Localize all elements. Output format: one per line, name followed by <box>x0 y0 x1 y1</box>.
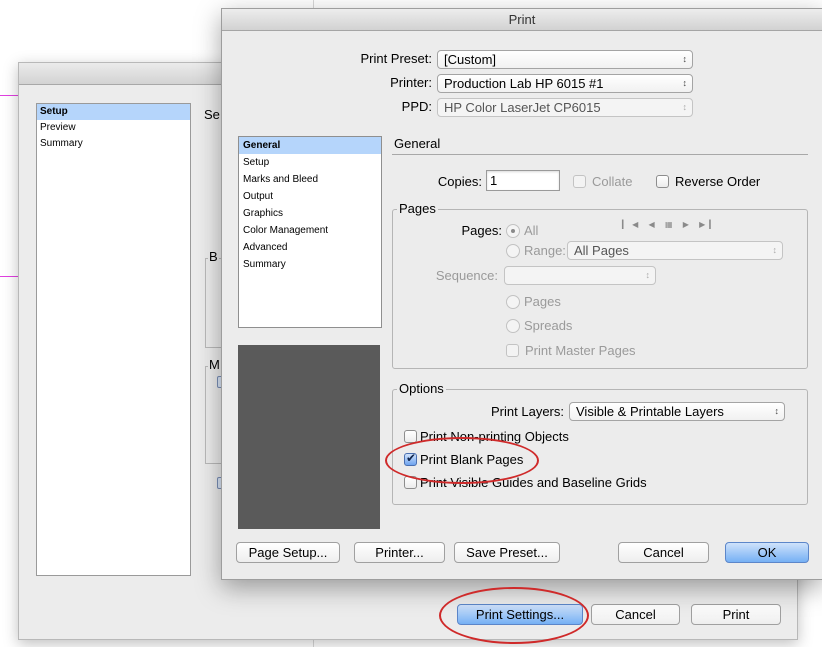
save-preset-button[interactable]: Save Preset... <box>454 542 560 563</box>
pages-label: Pages: <box>461 223 502 238</box>
pages-radio[interactable] <box>506 295 520 309</box>
print-layers-select[interactable]: Visible & Printable Layers ↕ <box>569 402 785 421</box>
popup-arrows-icon: ↕ <box>682 54 687 64</box>
section-item-setup[interactable]: Setup <box>239 154 381 171</box>
print-master-pages-checkbox[interactable] <box>506 344 519 357</box>
print-dialog: Print Print Preset: [Custom] ↕ Printer: … <box>221 8 822 580</box>
back-cancel-button[interactable]: Cancel <box>591 604 680 625</box>
section-item-graphics[interactable]: Graphics <box>239 205 381 222</box>
print-layers-label: Print Layers: <box>491 404 564 419</box>
popup-arrows-icon: ↕ <box>772 245 777 255</box>
prev-page-icon: ◀ <box>648 220 659 229</box>
collate-checkbox[interactable] <box>573 175 586 188</box>
pages-range-radio[interactable] <box>506 244 520 258</box>
section-item-marks-and-bleed[interactable]: Marks and Bleed <box>239 171 381 188</box>
pages-group-title: Pages <box>397 201 438 216</box>
section-item-advanced[interactable]: Advanced <box>239 239 381 256</box>
ok-button[interactable]: OK <box>725 542 809 563</box>
section-item-general[interactable]: General <box>239 137 381 154</box>
annotation-circle-print-settings <box>439 587 589 644</box>
popup-arrows-icon: ↕ <box>682 102 687 112</box>
pages-all-label: All <box>524 223 539 238</box>
reverse-order-checkbox[interactable] <box>656 175 669 188</box>
print-layers-value: Visible & Printable Layers <box>576 404 724 419</box>
options-group-title: Options <box>397 381 446 396</box>
ppd-select[interactable]: HP Color LaserJet CP6015 ↕ <box>437 98 693 117</box>
spreads-radio[interactable] <box>506 319 520 333</box>
section-item-output[interactable]: Output <box>239 188 381 205</box>
printer-label: Printer: <box>390 75 432 90</box>
popup-arrows-icon: ↕ <box>682 78 687 88</box>
printer-value: Production Lab HP 6015 #1 <box>444 76 604 91</box>
print-preset-value: [Custom] <box>444 52 497 67</box>
reverse-order-label: Reverse Order <box>675 174 761 189</box>
last-page-icon: ▶▎ <box>699 220 720 229</box>
popup-arrows-icon: ↕ <box>645 270 650 280</box>
pages-range-label: Range: <box>524 243 566 258</box>
annotation-circle-blank-pages <box>385 437 539 484</box>
page-navigation-icons: ▎◀ ◀ ▦ ▶ ▶▎ <box>622 220 719 229</box>
copies-label: Copies: <box>437 174 482 189</box>
print-preset-select[interactable]: [Custom] ↕ <box>437 50 693 69</box>
first-page-icon: ▎◀ <box>622 220 643 229</box>
page-spread-icon: ▦ <box>664 220 677 229</box>
back-group-label: M <box>208 357 221 372</box>
back-section-item-summary[interactable]: Summary <box>37 136 190 152</box>
back-group-label: B <box>208 249 219 264</box>
pages-all-radio[interactable] <box>506 224 520 238</box>
section-item-summary[interactable]: Summary <box>239 256 381 273</box>
next-page-icon: ▶ <box>682 220 693 229</box>
back-section-item-setup[interactable]: Setup <box>37 104 190 120</box>
popup-arrows-icon: ↕ <box>774 406 779 416</box>
printer-button[interactable]: Printer... <box>354 542 445 563</box>
print-master-pages-label: Print Master Pages <box>525 343 636 358</box>
ppd-label: PPD: <box>401 99 432 114</box>
guide-mark <box>0 276 18 277</box>
panel-title: General <box>394 136 441 151</box>
printer-select[interactable]: Production Lab HP 6015 #1 ↕ <box>437 74 693 93</box>
range-value: All Pages <box>574 243 629 258</box>
print-section-list: General Setup Marks and Bleed Output Gra… <box>238 136 382 328</box>
print-button[interactable]: Print <box>691 604 781 625</box>
cancel-button[interactable]: Cancel <box>618 542 709 563</box>
collate-label: Collate <box>592 174 633 189</box>
pages-option-label: Pages <box>524 294 561 309</box>
spreads-option-label: Spreads <box>524 318 573 333</box>
back-section-list: Setup Preview Summary <box>36 103 191 576</box>
ppd-value: HP Color LaserJet CP6015 <box>444 100 601 115</box>
back-section-item-preview[interactable]: Preview <box>37 120 190 136</box>
sequence-label: Sequence: <box>435 268 498 283</box>
print-preset-label: Print Preset: <box>360 51 432 66</box>
page-setup-button[interactable]: Page Setup... <box>236 542 340 563</box>
back-heading: Se <box>204 107 220 122</box>
copies-field[interactable]: 1 <box>486 170 560 191</box>
sequence-select[interactable]: ↕ <box>504 266 656 285</box>
panel-title-divider <box>392 154 808 155</box>
section-item-color-management[interactable]: Color Management <box>239 222 381 239</box>
guide-mark <box>0 95 18 96</box>
print-dialog-title: Print <box>222 9 822 31</box>
page-preview <box>238 345 380 529</box>
range-field[interactable]: All Pages ↕ <box>567 241 783 260</box>
